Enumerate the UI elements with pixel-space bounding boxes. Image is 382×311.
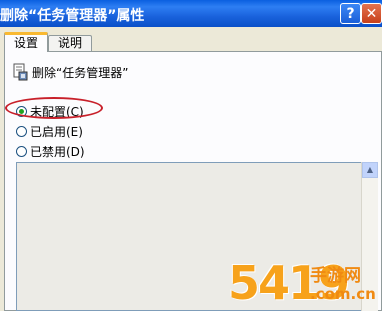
policy-icon xyxy=(12,63,28,81)
policy-header: 删除“任务管理器” xyxy=(12,62,128,82)
site-watermark: 5419 手游网 .com.cn xyxy=(228,255,382,311)
tab-settings[interactable]: 设置 xyxy=(4,32,48,52)
radio-enabled[interactable] xyxy=(16,126,27,137)
tab-explain[interactable]: 说明 xyxy=(48,35,92,52)
close-button[interactable]: ✕ xyxy=(361,3,382,24)
option-label: 已禁用(D) xyxy=(30,145,85,159)
title-bar: 删除“任务管理器”属性 ? ✕ xyxy=(0,0,382,27)
window-title: 删除“任务管理器”属性 xyxy=(0,8,145,24)
watermark-domain: .com.cn xyxy=(310,285,376,303)
help-button[interactable]: ? xyxy=(340,3,361,24)
option-label: 已启用(E) xyxy=(30,125,83,139)
radio-disabled[interactable] xyxy=(16,146,27,157)
scroll-up-arrow-icon[interactable]: ▲ xyxy=(362,162,378,178)
option-disabled[interactable]: 已禁用(D) xyxy=(16,143,85,160)
highlight-annotation xyxy=(5,97,103,119)
watermark-text: 手游网 xyxy=(310,266,361,286)
policy-name: 删除“任务管理器” xyxy=(32,65,129,80)
option-enabled[interactable]: 已启用(E) xyxy=(16,123,83,140)
